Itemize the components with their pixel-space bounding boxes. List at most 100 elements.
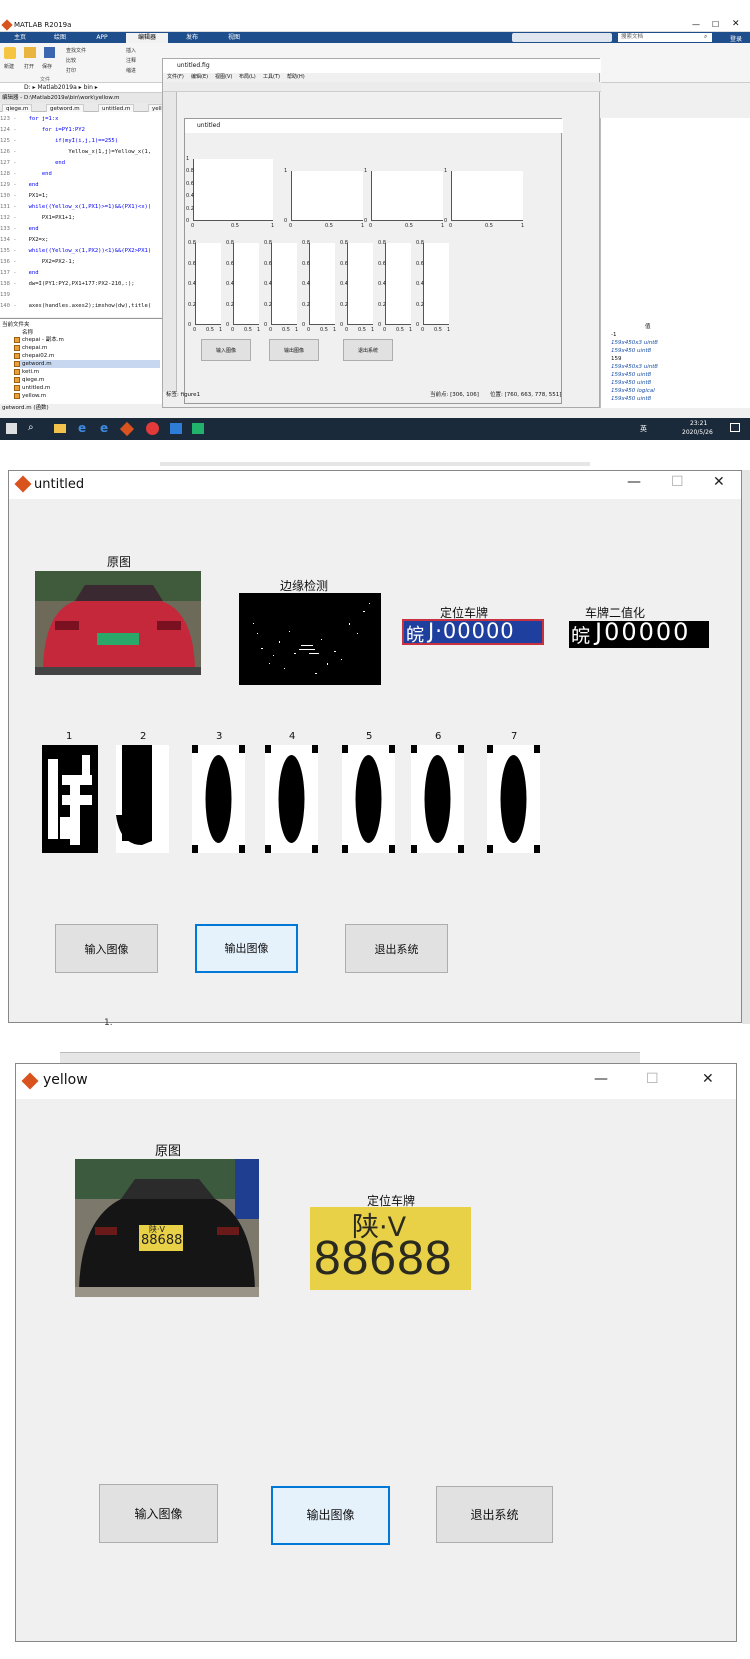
code-line[interactable]: 135 - while((Yellow_x(1,PX2))<1)&&(PX2>P… <box>0 246 170 256</box>
indent-button[interactable]: 缩进 <box>126 67 136 74</box>
insert-button[interactable]: 插入 <box>126 47 136 54</box>
tab-apps[interactable]: APP <box>84 33 120 43</box>
input-image-button[interactable]: 输入图像 <box>99 1484 218 1543</box>
close-icon[interactable]: ✕ <box>713 474 725 490</box>
matlab-taskbar-icon[interactable] <box>119 421 135 437</box>
minimize-icon[interactable]: — <box>594 1071 608 1087</box>
code-line[interactable]: 125 - if(myI(i,j,1)==255) <box>0 136 170 146</box>
empty-axes[interactable] <box>385 243 411 325</box>
empty-axes[interactable] <box>193 159 273 221</box>
figure-toolbar[interactable] <box>163 82 601 92</box>
photo-taskbar-icon[interactable] <box>170 423 182 434</box>
code-line[interactable]: 138 - dw=I(PY1:PY2,PX1+177:PX2-210,:); <box>0 279 170 289</box>
app-taskbar-icon[interactable] <box>146 422 159 435</box>
code-line[interactable]: 124 - for i=PY1:PY2 <box>0 125 170 135</box>
pycharm-taskbar-icon[interactable] <box>192 423 204 434</box>
code-line[interactable]: 137 - end <box>0 268 170 278</box>
tab-editor[interactable]: 编辑器 <box>126 33 168 43</box>
exit-system-button[interactable]: 退出系统 <box>436 1486 553 1543</box>
empty-axes[interactable] <box>195 243 221 325</box>
ie-browser-icon[interactable]: e <box>78 421 86 435</box>
code-line[interactable]: 140 - axes(handles.axes2);imshow(dw),tit… <box>0 301 170 311</box>
empty-axes[interactable] <box>451 171 523 221</box>
new-button[interactable]: 新建 <box>4 63 14 70</box>
maximize-icon[interactable]: ☐ <box>671 474 684 490</box>
find-files-button[interactable]: 查找文件 <box>66 47 86 54</box>
empty-axes[interactable] <box>371 171 443 221</box>
code-line[interactable]: 133 - end <box>0 224 170 234</box>
inner-exit-button[interactable]: 退出系统 <box>343 339 393 361</box>
tab-publish[interactable]: 发布 <box>174 33 210 43</box>
figure-menu-item[interactable]: 编辑(E) <box>191 73 208 82</box>
print-button[interactable]: 打印 <box>66 67 76 74</box>
file-item[interactable]: chepai.m <box>22 344 47 352</box>
comment-button[interactable]: 注释 <box>126 57 136 64</box>
code-line[interactable]: 139 <box>0 290 170 300</box>
figure-menu-item[interactable]: 布局(L) <box>239 73 256 82</box>
code-line[interactable]: 128 - end <box>0 169 170 179</box>
open-folder-icon[interactable] <box>24 47 36 58</box>
file-explorer-icon[interactable] <box>54 424 66 433</box>
empty-axes[interactable] <box>233 243 259 325</box>
file-item[interactable]: chepai02.m <box>22 352 54 360</box>
search-taskbar-icon[interactable]: ⌕ <box>28 422 34 433</box>
output-image-button[interactable]: 输出图像 <box>271 1486 390 1545</box>
figure-menu-item[interactable]: 文件(F) <box>167 73 184 82</box>
code-line[interactable]: 129 - end <box>0 180 170 190</box>
file-item[interactable]: yellow.m <box>22 392 46 400</box>
figure-menu-item[interactable]: 视图(V) <box>215 73 232 82</box>
exit-system-button[interactable]: 退出系统 <box>345 924 448 973</box>
tab-home[interactable]: 主页 <box>2 33 38 43</box>
file-item[interactable]: keti.m <box>22 368 39 376</box>
file-item[interactable]: chepai - 副本.m <box>22 336 64 344</box>
maximize-icon[interactable]: ☐ <box>712 20 719 29</box>
code-line[interactable]: 136 - PX2=PX2-1; <box>0 257 170 267</box>
search-input[interactable]: 搜索文档 <box>618 33 712 42</box>
figure-menu-item[interactable]: 工具(T) <box>263 73 280 82</box>
search-icon[interactable]: ⌕ <box>704 33 707 41</box>
inner-input-image-button[interactable]: 输入图像 <box>201 339 251 361</box>
code-line[interactable]: 132 - PX1=PX1+1; <box>0 213 170 223</box>
minimize-icon[interactable]: — <box>627 474 641 490</box>
empty-axes[interactable] <box>271 243 297 325</box>
open-button[interactable]: 打开 <box>24 63 34 70</box>
save-button[interactable]: 保存 <box>42 63 52 70</box>
code-line[interactable]: 130 - PX1=1; <box>0 191 170 201</box>
notification-icon[interactable] <box>730 423 740 432</box>
quick-access-toolbar[interactable] <box>512 33 612 42</box>
file-tab-qiege[interactable]: qiege.m <box>2 104 33 112</box>
maximize-icon[interactable]: ☐ <box>646 1071 659 1087</box>
login-link[interactable]: 登录 <box>730 34 742 43</box>
close-icon[interactable]: ✕ <box>702 1071 714 1087</box>
file-tab-getword[interactable]: getword.m <box>46 104 84 112</box>
save-icon[interactable] <box>44 47 55 58</box>
minimize-icon[interactable]: — <box>692 20 700 29</box>
compare-button[interactable]: 比较 <box>66 57 76 64</box>
edge-browser-icon[interactable]: e <box>100 421 108 435</box>
tab-view[interactable]: 视图 <box>216 33 252 43</box>
code-line[interactable]: 127 - end <box>0 158 170 168</box>
empty-axes[interactable] <box>423 243 449 325</box>
code-line[interactable]: 126 - Yellow_x(1,j)=Yellow_x(1, <box>0 147 170 157</box>
figure-menu-item[interactable]: 帮助(H) <box>287 73 305 82</box>
name-column-header[interactable]: 名称 <box>22 328 33 336</box>
new-file-icon[interactable] <box>4 47 16 59</box>
ime-indicator[interactable]: 英 <box>640 424 647 434</box>
windows-start-icon[interactable] <box>6 423 17 434</box>
output-image-button[interactable]: 输出图像 <box>195 924 298 973</box>
file-item[interactable]: getword.m <box>20 360 160 368</box>
file-tab-untitled[interactable]: untitled.m <box>98 104 135 112</box>
file-item[interactable]: untitled.m <box>22 384 50 392</box>
component-palette[interactable] <box>163 92 177 392</box>
code-editor[interactable]: 123 - for j=1:x 124 - for i=PY1:PY2 125 - … <box>0 112 170 317</box>
empty-axes[interactable] <box>291 171 363 221</box>
tab-plots[interactable]: 绘图 <box>42 33 78 43</box>
empty-axes[interactable] <box>347 243 373 325</box>
code-line[interactable]: 123 - for j=1:x <box>0 114 170 124</box>
input-image-button[interactable]: 输入图像 <box>55 924 158 973</box>
empty-axes[interactable] <box>309 243 335 325</box>
current-path-bar[interactable]: D: ▸ Matlab2019a ▸ bin ▸ <box>0 83 170 93</box>
file-item[interactable]: qiege.m <box>22 376 44 384</box>
code-line[interactable]: 131 - while((Yellow_x(1,PX1)>=1)&&(PX1)<… <box>0 202 170 212</box>
code-line[interactable]: 134 - PX2=x; <box>0 235 170 245</box>
